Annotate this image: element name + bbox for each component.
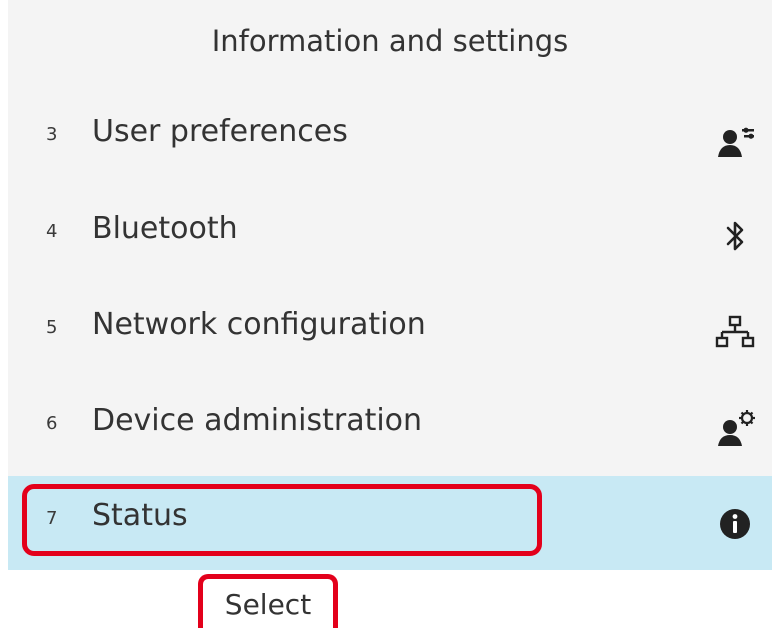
network-icon — [715, 315, 755, 348]
menu-item-number: 6 — [46, 413, 58, 434]
menu-item-bluetooth[interactable]: 4 Bluetooth — [8, 189, 772, 285]
menu-item-user-preferences[interactable]: 3 User preferences — [8, 92, 772, 188]
info-icon — [720, 509, 750, 539]
menu-item-device-administration[interactable]: 6 Device administration — [8, 381, 772, 477]
menu-item-network-configuration[interactable]: 5 Network configuration — [8, 285, 772, 381]
menu-item-number: 4 — [46, 221, 58, 242]
menu-item-label: Bluetooth — [92, 211, 238, 246]
page-title: Information and settings — [211, 24, 569, 58]
menu-item-label: User preferences — [92, 114, 348, 149]
menu-item-label: Device administration — [92, 403, 423, 438]
menu-item-number: 3 — [46, 124, 58, 145]
menu-item-label: Network configuration — [92, 307, 426, 342]
user-preferences-icon — [718, 127, 754, 157]
device-admin-icon — [718, 410, 755, 446]
softkey-bar — [8, 570, 772, 628]
bluetooth-icon — [726, 221, 744, 251]
menu-item-number: 5 — [46, 317, 58, 338]
status-highlight-annotation — [22, 484, 542, 556]
select-softkey[interactable]: Select — [198, 574, 338, 628]
